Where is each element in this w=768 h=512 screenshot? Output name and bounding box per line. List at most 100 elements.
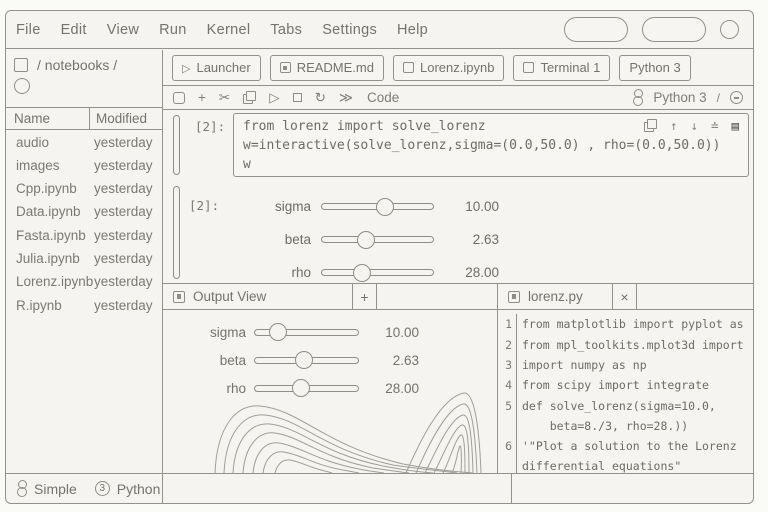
simple-mode-toggle[interactable]: Simple bbox=[34, 481, 77, 497]
file-icon bbox=[508, 291, 520, 303]
tab-readme[interactable]: README.md bbox=[270, 55, 384, 81]
menu-item[interactable]: Help bbox=[397, 22, 428, 38]
refresh-button[interactable] bbox=[14, 78, 30, 94]
slider-knob[interactable] bbox=[357, 231, 375, 249]
move-cell-up-icon[interactable]: ↑ bbox=[670, 120, 678, 133]
menu-item[interactable]: Settings bbox=[322, 22, 377, 38]
file-row[interactable]: Lorenz.ipynb yesterday bbox=[6, 270, 162, 293]
file-browser: / notebooks / Name Modified audio yester… bbox=[6, 50, 163, 473]
file-row[interactable]: Cpp.ipynb yesterday bbox=[6, 177, 162, 200]
editor-code: differential equations" bbox=[517, 456, 681, 473]
slider-knob[interactable] bbox=[376, 198, 394, 216]
tab-python-console[interactable]: Python 3 bbox=[619, 55, 690, 81]
code-line: w bbox=[243, 155, 739, 174]
tab-label: lorenz.py bbox=[528, 289, 583, 304]
file-row[interactable]: Julia.ipynb yesterday bbox=[6, 247, 162, 270]
kernel-status-label[interactable]: Python bbox=[117, 481, 161, 497]
file-row[interactable]: images yesterday bbox=[6, 154, 162, 177]
slider-label: sigma bbox=[163, 199, 311, 214]
menubar-pill-button-2[interactable] bbox=[642, 17, 706, 42]
file-name: Lorenz.ipynb bbox=[6, 274, 88, 289]
column-header-name[interactable]: Name bbox=[6, 108, 90, 129]
simple-mode-icon bbox=[16, 480, 27, 497]
tab-icon bbox=[523, 62, 534, 73]
breadcrumb[interactable]: / notebooks / bbox=[37, 57, 117, 73]
menubar-pill-button-1[interactable] bbox=[564, 17, 628, 42]
move-cell-down-icon[interactable]: ↓ bbox=[690, 120, 698, 133]
file-row[interactable]: Fasta.ipynb yesterday bbox=[6, 224, 162, 247]
editor-line: differential equations" bbox=[498, 456, 753, 473]
menu-item[interactable]: Edit bbox=[61, 22, 87, 38]
line-number: 4 bbox=[498, 375, 517, 395]
tab-label: Launcher bbox=[196, 60, 250, 75]
kernel-badge: 3 bbox=[95, 481, 110, 496]
editor-code: def solve_lorenz(sigma=10.0, bbox=[517, 396, 716, 416]
add-cell-icon[interactable]: + bbox=[198, 91, 206, 105]
tab-terminal[interactable]: Terminal 1 bbox=[513, 55, 610, 81]
tab-label: Terminal 1 bbox=[540, 60, 600, 75]
restart-kernel-icon[interactable]: ↻ bbox=[315, 91, 326, 105]
slider-knob[interactable] bbox=[353, 264, 371, 282]
editor-line: beta=8./3, rho=28.)) bbox=[498, 416, 753, 436]
delete-cell-icon[interactable]: ▤ bbox=[731, 120, 739, 133]
tab-icon bbox=[280, 62, 291, 73]
kernel-status-icon[interactable] bbox=[730, 91, 743, 104]
new-launcher-icon[interactable] bbox=[14, 58, 28, 72]
menu-item[interactable]: Kernel bbox=[207, 22, 251, 38]
tab-lorenz-py[interactable]: lorenz.py bbox=[498, 284, 613, 309]
column-header-modified[interactable]: Modified bbox=[90, 108, 147, 129]
file-modified: yesterday bbox=[88, 298, 153, 313]
file-name: Fasta.ipynb bbox=[6, 228, 88, 243]
save-icon[interactable] bbox=[173, 92, 185, 104]
menubar-circle-button[interactable] bbox=[720, 20, 739, 39]
cut-cell-icon[interactable]: ✂ bbox=[219, 91, 230, 105]
code-editor[interactable]: 1 from matplotlib import pyplot as 2 fro… bbox=[498, 311, 753, 473]
slider-label: beta bbox=[163, 232, 311, 247]
stop-kernel-icon[interactable] bbox=[293, 93, 302, 102]
kernel-name[interactable]: Python 3 bbox=[653, 90, 706, 105]
editor-line: 2 from mpl_toolkits.mplot3d import bbox=[498, 335, 753, 355]
line-number bbox=[498, 456, 517, 473]
copy-cell-icon[interactable] bbox=[243, 91, 256, 104]
kernel-indicator-icon bbox=[632, 89, 643, 106]
file-row[interactable]: R.ipynb yesterday bbox=[6, 293, 162, 316]
cell-toolbar: ↑ ↓ ≐ ▤ bbox=[644, 119, 739, 132]
tab-launcher[interactable]: Launcher bbox=[172, 55, 261, 81]
line-number: 2 bbox=[498, 335, 517, 355]
file-name: R.ipynb bbox=[6, 298, 88, 313]
file-modified: yesterday bbox=[88, 204, 153, 219]
duplicate-cell-icon[interactable] bbox=[644, 119, 657, 132]
tab-lorenz-notebook[interactable]: Lorenz.ipynb bbox=[393, 55, 504, 81]
add-panel-button[interactable]: + bbox=[353, 284, 377, 309]
tab-label: Python 3 bbox=[629, 60, 680, 75]
insert-cell-icon[interactable]: ≐ bbox=[711, 120, 719, 133]
slider-track[interactable] bbox=[321, 203, 434, 210]
status-bar-middle bbox=[163, 474, 512, 503]
file-row[interactable]: audio yesterday bbox=[6, 130, 162, 153]
editor-line: 4 from scipy import integrate bbox=[498, 375, 753, 395]
menubar: File Edit View Run Kernel Tabs Settings … bbox=[6, 11, 753, 49]
file-row[interactable]: Data.ipynb yesterday bbox=[6, 200, 162, 223]
menu-item[interactable]: Run bbox=[159, 22, 187, 38]
close-tab-button[interactable]: × bbox=[613, 284, 637, 309]
cell-type-dropdown[interactable]: Code bbox=[367, 90, 399, 105]
file-modified: yesterday bbox=[88, 181, 153, 196]
slider-row: sigma 10.00 bbox=[163, 190, 753, 223]
menu-item[interactable]: File bbox=[16, 22, 41, 38]
file-modified: yesterday bbox=[88, 158, 153, 173]
menu-item[interactable]: View bbox=[107, 22, 139, 38]
run-cell-icon[interactable]: ▷ bbox=[269, 91, 279, 105]
slider-track[interactable] bbox=[321, 269, 434, 276]
bottom-panels: Output View + sigma 10.00 bbox=[163, 283, 753, 473]
file-name: Data.ipynb bbox=[6, 204, 88, 219]
editor-tab-bar: lorenz.py × bbox=[498, 284, 753, 310]
slider-track[interactable] bbox=[321, 236, 434, 243]
run-all-icon[interactable]: ≫ bbox=[339, 91, 353, 105]
file-name: Cpp.ipynb bbox=[6, 181, 88, 196]
cell-collapser[interactable] bbox=[173, 115, 180, 175]
code-cell[interactable]: from lorenz import solve_lorenz w=intera… bbox=[233, 113, 749, 177]
tab-output-view[interactable]: Output View bbox=[163, 284, 353, 309]
menu-item[interactable]: Tabs bbox=[270, 22, 302, 38]
slider-row: beta 2.63 bbox=[163, 223, 753, 256]
notebook-panel: [2]: from lorenz import solve_lorenz w=i… bbox=[163, 110, 753, 283]
